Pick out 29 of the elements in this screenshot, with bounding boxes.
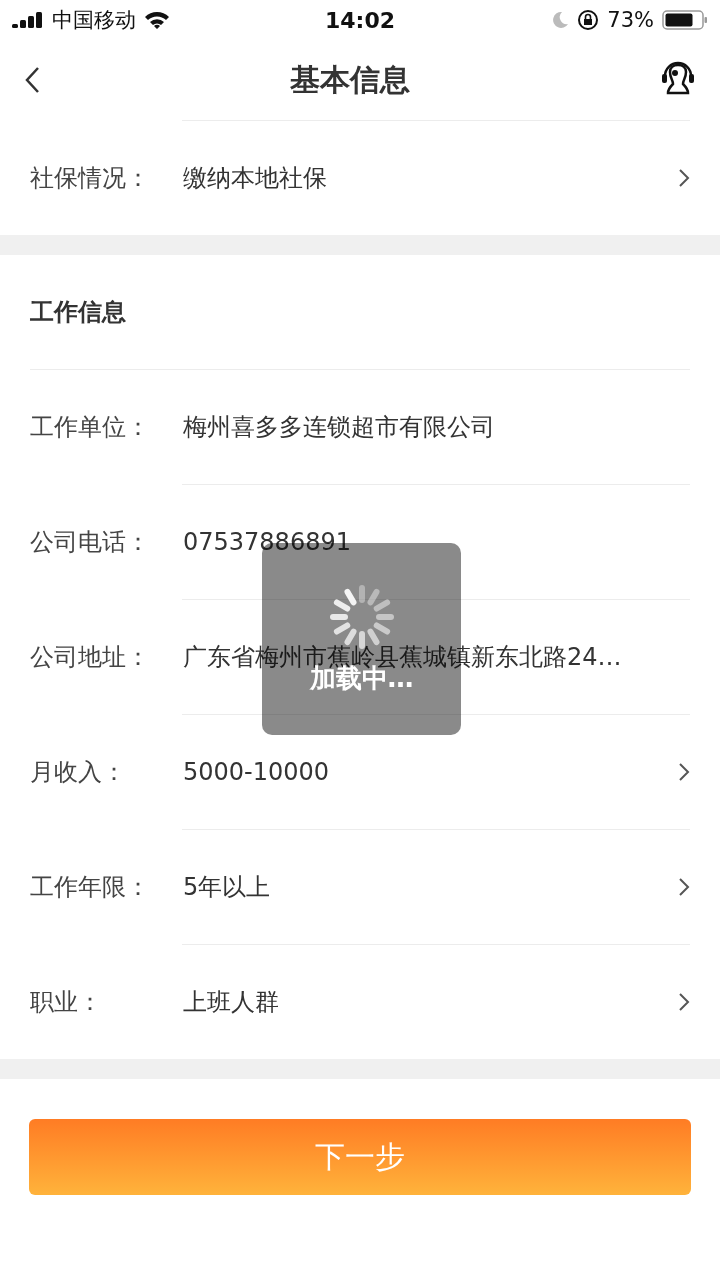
field-label: 职业： [30,987,103,1018]
field-label: 工作年限： [30,872,151,903]
wifi-icon [144,10,170,30]
rotation-lock-icon [577,9,600,31]
field-value: 上班人群 [183,987,280,1018]
page-title: 基本信息 [290,60,410,99]
signal-icon [12,12,44,28]
clock-time: 14:02 [325,7,395,33]
chevron-right-icon [678,877,690,897]
field-label: 工作单位： [30,412,151,443]
chevron-right-icon [678,168,690,188]
field-value: 5年以上 [183,872,272,903]
chevron-right-icon [678,762,690,782]
carrier-name: 中国移动 [52,7,136,34]
back-icon[interactable] [24,66,40,94]
next-button[interactable]: 下一步 [29,1119,691,1195]
moon-icon [551,11,570,29]
field-label: 月收入： [30,757,127,788]
section-title: 工作信息 [30,297,126,328]
field-label: 公司电话： [30,527,151,558]
battery-percent: 73% [607,8,654,32]
battery-icon [662,10,708,30]
chevron-right-icon [678,992,690,1012]
field-label: 公司地址： [30,642,151,673]
field-value: 5000-10000 [183,758,331,786]
field-value: 梅州喜多多连锁超市有限公司 [183,412,496,443]
field-value: 缴纳本地社保 [183,163,328,194]
field-label: 社保情况： [30,163,151,194]
field-value: 07537886891 [183,528,352,556]
